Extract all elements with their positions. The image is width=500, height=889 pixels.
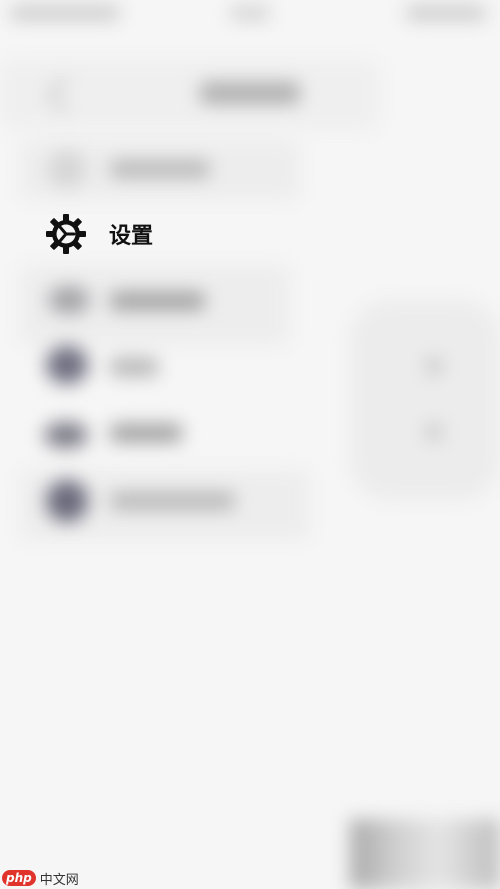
gear-icon bbox=[44, 212, 88, 256]
menu-item-label bbox=[110, 424, 182, 442]
menu-item-icon bbox=[48, 286, 90, 314]
chevron-right-icon bbox=[426, 358, 442, 374]
status-bar bbox=[0, 0, 500, 30]
watermark-text: 中文网 bbox=[39, 872, 79, 888]
menu-item-label bbox=[110, 358, 158, 376]
chevron-right-icon bbox=[426, 424, 442, 440]
watermark-logo: php bbox=[2, 870, 36, 886]
menu-item-label bbox=[110, 292, 205, 310]
menu-item-icon bbox=[46, 480, 88, 522]
screen: 设置 php 中文网 bbox=[0, 0, 500, 889]
settings-label: 设置 bbox=[109, 224, 154, 249]
status-bar-center bbox=[230, 6, 270, 20]
pixelated-area bbox=[350, 819, 500, 889]
watermark: php 中文网 bbox=[2, 869, 79, 888]
menu-item-label bbox=[110, 492, 235, 510]
menu-item-icon bbox=[46, 346, 88, 384]
status-bar-left bbox=[10, 6, 120, 20]
menu-item-icon bbox=[44, 422, 88, 448]
page-title bbox=[200, 82, 300, 104]
status-bar-right bbox=[406, 6, 486, 20]
menu-item-icon bbox=[48, 150, 86, 188]
blurred-background bbox=[0, 0, 500, 889]
settings-menu-item[interactable]: 设置 bbox=[44, 210, 153, 258]
menu-item-label bbox=[110, 160, 210, 178]
side-panel bbox=[350, 300, 500, 500]
